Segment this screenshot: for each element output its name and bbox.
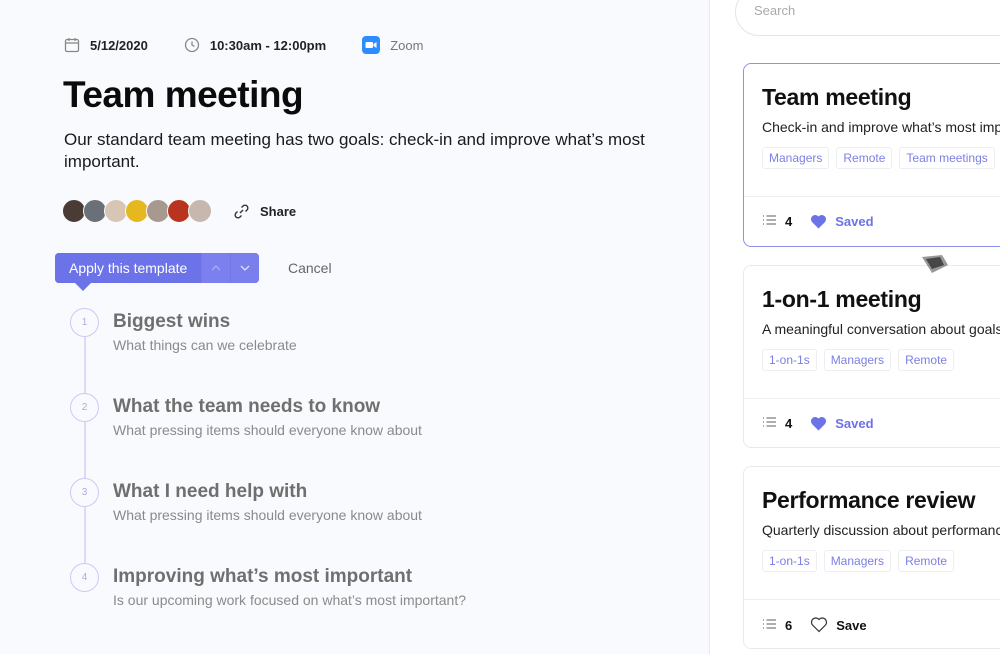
heart-filled-icon [810, 214, 827, 229]
clock-icon [184, 37, 200, 53]
move-up-button[interactable] [201, 253, 231, 283]
meeting-time: 10:30am - 12:00pm [184, 37, 326, 53]
card-stats: 4 Saved [762, 416, 874, 431]
tag[interactable]: Managers [823, 349, 892, 371]
drag-cursor-icon [920, 253, 950, 277]
chevron-down-icon [239, 259, 251, 277]
card-tags: 1-on-1s Managers Remote [762, 550, 961, 572]
template-card[interactable]: Performance review Quarterly discussion … [743, 466, 1000, 649]
step-number-badge: 3 [70, 478, 99, 507]
chevron-up-icon [210, 259, 222, 277]
list-icon [762, 618, 777, 633]
card-description: Quarterly discussion about performance [762, 522, 1000, 538]
apply-template-group: Apply this template [55, 253, 260, 283]
heart-filled-icon [810, 416, 827, 431]
meeting-description: Our standard team meeting has two goals:… [64, 130, 645, 171]
agenda-item-subtitle: What pressing items should everyone know… [113, 507, 422, 523]
apply-button-pointer [75, 283, 91, 291]
agenda-item-count: 6 [785, 617, 793, 633]
cancel-button[interactable]: Cancel [288, 260, 332, 276]
save-label: Saved [835, 416, 874, 431]
template-card[interactable]: Team meeting Check-in and improve what’s… [743, 63, 1000, 247]
agenda-item-title: What the team needs to know [113, 396, 381, 417]
heart-outline-icon [810, 617, 828, 633]
agenda-item-title: What I need help with [113, 481, 308, 502]
list-icon [762, 214, 777, 229]
save-toggle[interactable]: Save [810, 617, 867, 633]
save-label: Save [836, 617, 867, 633]
card-tags: 1-on-1s Managers Remote [762, 349, 961, 371]
card-tags: Managers Remote Team meetings [762, 147, 1000, 169]
time-value: 10:30am - 12:00pm [209, 37, 327, 53]
card-stats: 6 Save [762, 617, 867, 633]
card-description: Check-in and improve what’s most importa… [762, 119, 1000, 135]
apply-template-button[interactable]: Apply this template [55, 253, 202, 283]
meeting-date: 5/12/2020 [64, 37, 148, 53]
step-number-badge: 1 [70, 308, 99, 337]
card-title: Performance review [762, 487, 976, 513]
share-label: Share [260, 203, 297, 219]
card-divider [744, 599, 1000, 600]
meeting-meta: 5/12/2020 10:30am - 12:00pm Zoom [64, 36, 459, 54]
step-number-badge: 4 [70, 563, 99, 592]
meeting-platform: Zoom [362, 36, 423, 54]
step-number-badge: 2 [70, 393, 99, 422]
tag[interactable]: Team meetings [899, 147, 995, 169]
template-card[interactable]: 1-on-1 meeting A meaningful conversation… [743, 265, 1000, 448]
card-divider [744, 398, 1000, 399]
tag[interactable]: Remote [836, 147, 893, 169]
avatar[interactable] [188, 199, 212, 223]
tag[interactable]: 1-on-1s [762, 550, 817, 572]
card-divider [744, 196, 1000, 197]
save-label: Saved [835, 214, 874, 229]
search-input[interactable] [754, 3, 954, 18]
card-title: Team meeting [762, 84, 912, 110]
save-toggle[interactable]: Saved [810, 416, 874, 431]
agenda-item-title: Biggest wins [113, 311, 231, 332]
date-value: 5/12/2020 [90, 37, 148, 53]
card-description: A meaningful conversation about goals [762, 321, 1000, 337]
template-list-panel: Team meeting Check-in and improve what’s… [710, 0, 1000, 654]
list-icon [762, 416, 777, 431]
tag[interactable]: Managers [762, 147, 830, 169]
participants-row: Share [62, 199, 296, 223]
template-detail-panel: 5/12/2020 10:30am - 12:00pm Zoom Team me… [0, 0, 710, 654]
card-title: 1-on-1 meeting [762, 286, 922, 312]
agenda-item-count: 4 [785, 214, 793, 229]
save-toggle[interactable]: Saved [810, 214, 874, 229]
tag[interactable]: Remote [898, 349, 955, 371]
page-title: Team meeting [63, 74, 304, 115]
agenda-item-subtitle: What things can we celebrate [113, 337, 297, 353]
platform-value: Zoom [390, 37, 424, 53]
zoom-video-icon [362, 36, 381, 54]
tag[interactable]: Managers [823, 550, 892, 572]
agenda-timeline-line [84, 334, 86, 564]
agenda-item-count: 4 [785, 416, 793, 431]
move-down-button[interactable] [230, 253, 260, 283]
calendar-icon [64, 37, 80, 53]
agenda-item-subtitle: What pressing items should everyone know… [113, 422, 422, 438]
share-button[interactable]: Share [233, 203, 296, 220]
tag[interactable]: 1-on-1s [762, 349, 817, 371]
link-icon [233, 203, 250, 220]
agenda-item-subtitle: Is our upcoming work focused on what’s m… [113, 592, 467, 608]
card-stats: 4 Saved [762, 214, 874, 229]
agenda-item-title: Improving what’s most important [113, 566, 413, 587]
search-box[interactable] [735, 0, 1000, 36]
tag[interactable]: Remote [898, 550, 955, 572]
